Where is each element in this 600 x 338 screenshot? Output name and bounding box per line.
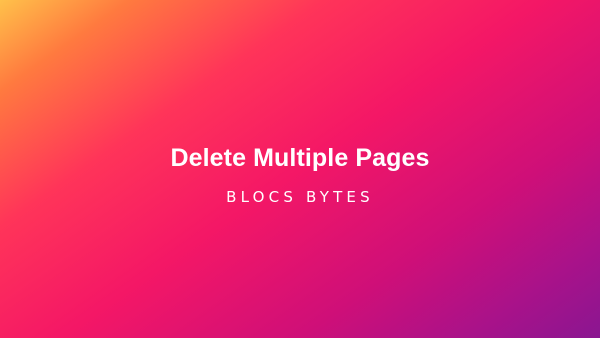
brand-wordmark: BLOCS BYTES bbox=[226, 188, 374, 206]
page-title: Delete Multiple Pages bbox=[170, 144, 430, 172]
hero-banner: Delete Multiple Pages BLOCS BYTES bbox=[0, 0, 600, 338]
